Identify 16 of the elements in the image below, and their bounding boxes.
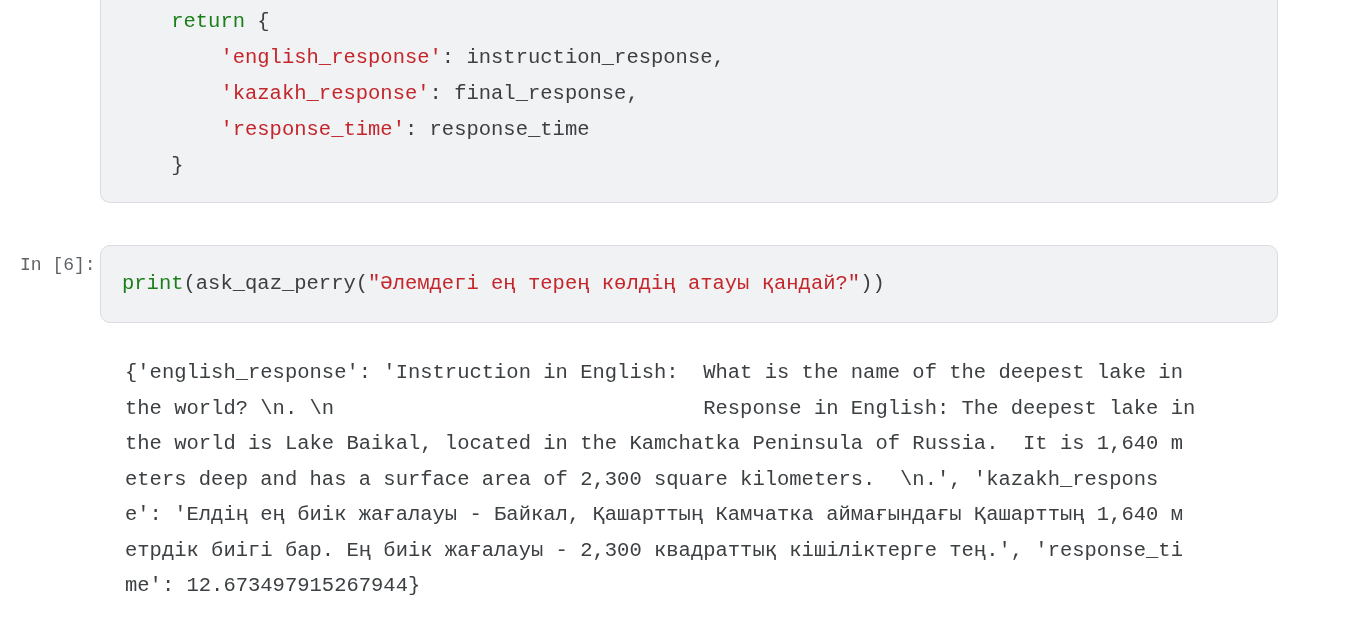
output-line: {'english_response': 'Instruction in English: What is the name of the deepest lake in — [125, 360, 1184, 386]
output-line: me': 12.673497915267944} — [125, 573, 422, 599]
output-line: eters deep and has a surface area of 2,300 square kilometers. \n.', 'kazakh_respons — [125, 466, 1160, 493]
code-line: } — [170, 153, 185, 179]
code-cell[interactable]: return { 'english_response': instruction_response, 'kazakh_response': final_response, 'response_time': response_time } — [100, 0, 1278, 203]
output-line: the world? \n. \n Response in English: The deepest lake in — [125, 395, 1197, 422]
code-line: 'kazakh_response': final_response, — [219, 81, 640, 107]
code-line: 'response_time': response_time — [219, 117, 591, 143]
code-line: 'english_response': instruction_response, — [219, 45, 726, 71]
output-line: e': 'Елдің ең биік жағалауы - Байкал, Қашарттың Камчатка аймағындағы Қашарттың 1,640 м — [125, 502, 1184, 528]
code-line: print(ask_qaz_perry("Әлемдегі ең терең көлдің атауы қандай?")) — [122, 271, 886, 297]
code-cell[interactable]: print(ask_qaz_perry("Әлемдегі ең терең көлдің атауы қандай?")) — [100, 245, 1278, 323]
output-line: the world is Lake Baikal, located in the Kamchatka Peninsula of Russia. It is 1,640 m — [125, 431, 1184, 457]
code-line: return { — [170, 9, 271, 35]
cell-prompt: In [6]: — [20, 255, 96, 275]
output-line: етрдік биігі бар. Ең биік жағалауы - 2,300 квадраттық кішіліктерге тең.', 'response_ti — [125, 537, 1184, 564]
